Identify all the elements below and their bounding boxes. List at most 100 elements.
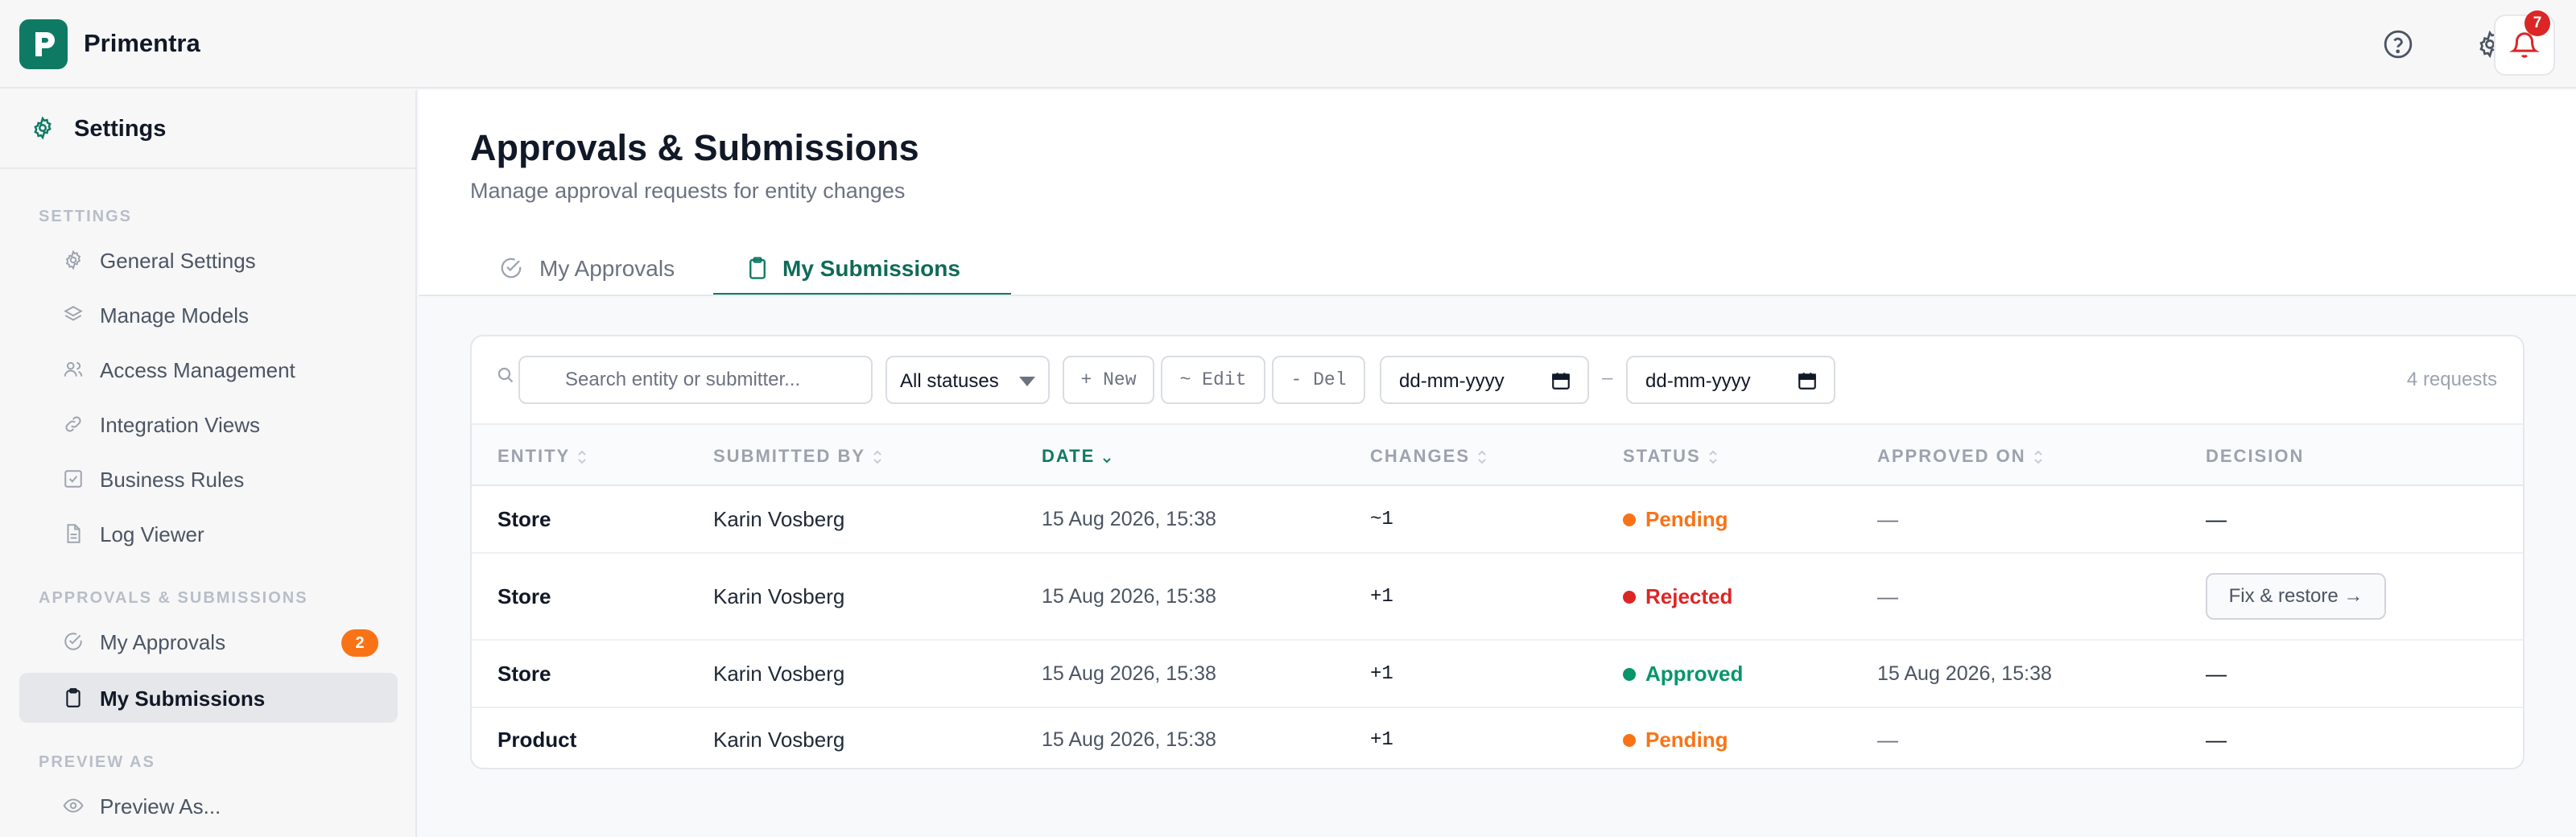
cell-entity: Store xyxy=(497,662,551,686)
sidebar-section-settings: SETTINGS xyxy=(39,208,133,225)
request-count: 4 requests xyxy=(2406,369,2497,390)
layers-icon xyxy=(63,304,84,325)
column-header-decision: DECISION xyxy=(2206,446,2305,466)
sidebar-item-business-rules[interactable]: Business Rules xyxy=(19,454,398,504)
status-badge: Rejected xyxy=(1623,584,1732,609)
sidebar-section-approvals: APPROVALS & SUBMISSIONS xyxy=(39,589,308,607)
pending-approvals-badge: 2 xyxy=(341,629,378,657)
sidebar-item-my-approvals[interactable]: My Approvals 2 xyxy=(19,616,398,666)
cell-entity: Store xyxy=(497,584,551,608)
brand-name: Primentra xyxy=(84,29,200,57)
cell-approved-on: 15 Aug 2026, 15:38 xyxy=(1877,662,2052,685)
table-row[interactable]: Product Karin Vosberg 15 Aug 2026, 15:38… xyxy=(472,710,2523,768)
file-icon xyxy=(63,523,84,544)
check-circle-icon xyxy=(499,256,523,280)
table-row[interactable]: Store Karin Vosberg 15 Aug 2026, 15:38 +… xyxy=(472,642,2523,708)
sidebar-item-access-management[interactable]: Access Management xyxy=(19,344,398,394)
tab-label: My Approvals xyxy=(539,256,675,281)
page-title: Approvals & Submissions xyxy=(470,127,919,168)
fix-and-restore-button[interactable]: Fix & restore → xyxy=(2206,573,2386,620)
date-range-separator: – xyxy=(1602,367,1613,389)
sort-descending-icon xyxy=(1103,458,1111,464)
column-header-status[interactable]: STATUS xyxy=(1623,446,1719,467)
table-row[interactable]: Store Karin Vosberg 15 Aug 2026, 15:38 ~… xyxy=(472,486,2523,554)
clipboard-icon xyxy=(63,687,84,708)
cell-approved-on: — xyxy=(1877,507,1898,531)
cell-date: 15 Aug 2026, 15:38 xyxy=(1042,728,1216,751)
cell-decision: — xyxy=(2206,507,2227,531)
users-icon xyxy=(63,359,84,380)
top-bar: Primentra 7 xyxy=(0,0,2576,89)
help-icon[interactable] xyxy=(2380,26,2417,63)
sidebar-item-general-settings[interactable]: General Settings xyxy=(19,235,398,285)
column-header-approved-on[interactable]: APPROVED ON xyxy=(1877,446,2044,467)
sidebar-item-label: Log Viewer xyxy=(100,522,204,546)
eye-icon xyxy=(63,795,84,816)
cell-decision: — xyxy=(2206,728,2227,752)
sidebar-item-my-submissions[interactable]: My Submissions xyxy=(19,673,398,723)
filter-delete-button[interactable]: - Del xyxy=(1272,356,1365,404)
cell-changes: +1 xyxy=(1370,729,1393,751)
tab-my-submissions[interactable]: My Submissions xyxy=(713,240,1011,296)
filter-new-button[interactable]: + New xyxy=(1063,356,1154,404)
sidebar-item-label: Integration Views xyxy=(100,413,260,437)
cell-approved-on: — xyxy=(1877,584,1898,608)
gear-icon xyxy=(31,116,55,144)
calendar-icon[interactable] xyxy=(1550,370,1571,395)
sidebar-item-log-viewer[interactable]: Log Viewer xyxy=(19,509,398,559)
tab-my-approvals[interactable]: My Approvals xyxy=(499,240,741,296)
sidebar-item-label: My Approvals xyxy=(100,630,226,654)
column-header-submitted-by[interactable]: SUBMITTED BY xyxy=(713,446,883,467)
sidebar-item-integration-views[interactable]: Integration Views xyxy=(19,399,398,449)
date-from-value: dd-mm-yyyy xyxy=(1399,370,1505,392)
date-to-value: dd-mm-yyyy xyxy=(1645,370,1751,392)
submissions-card: All statuses + New ~ Edit - Del dd-mm-yy… xyxy=(470,335,2524,769)
cell-changes: ~1 xyxy=(1370,509,1393,530)
cell-date: 15 Aug 2026, 15:38 xyxy=(1042,508,1216,530)
sort-icon xyxy=(1478,450,1486,464)
status-badge: Pending xyxy=(1623,507,1728,532)
column-header-entity[interactable]: ENTITY xyxy=(497,446,588,467)
status-dot xyxy=(1623,513,1636,526)
cell-date: 15 Aug 2026, 15:38 xyxy=(1042,585,1216,608)
status-badge: Pending xyxy=(1623,728,1728,752)
cell-decision: — xyxy=(2206,662,2227,686)
clipboard-icon xyxy=(745,256,770,280)
search-icon xyxy=(496,365,515,389)
main-content: Approvals & Submissions Manage approval … xyxy=(419,90,2576,837)
date-from-input[interactable]: dd-mm-yyyy xyxy=(1380,356,1589,404)
status-badge: Approved xyxy=(1623,662,1743,687)
filter-edit-button[interactable]: ~ Edit xyxy=(1161,356,1265,404)
sidebar-section-preview: PREVIEW AS xyxy=(39,753,155,771)
sidebar-item-manage-models[interactable]: Manage Models xyxy=(19,290,398,340)
date-to-input[interactable]: dd-mm-yyyy xyxy=(1626,356,1835,404)
column-header-date[interactable]: DATE xyxy=(1042,446,1113,467)
sidebar-title: Settings xyxy=(74,116,167,142)
sort-icon xyxy=(578,450,586,464)
sort-icon xyxy=(873,450,881,464)
cell-submitted-by: Karin Vosberg xyxy=(713,584,845,608)
cell-changes: +1 xyxy=(1370,663,1393,685)
cell-submitted-by: Karin Vosberg xyxy=(713,728,845,752)
sidebar-item-label: Preview As... xyxy=(100,794,221,818)
brand-logo[interactable] xyxy=(19,19,68,69)
cell-entity: Store xyxy=(497,507,551,531)
sidebar: Settings SETTINGS General Settings Manag… xyxy=(0,90,417,837)
sort-icon xyxy=(2033,450,2042,464)
sidebar-header: Settings xyxy=(0,90,417,169)
cell-entity: Product xyxy=(497,728,577,752)
cell-changes: +1 xyxy=(1370,586,1393,608)
status-dot xyxy=(1623,667,1636,681)
table-row[interactable]: Store Karin Vosberg 15 Aug 2026, 15:38 +… xyxy=(472,555,2523,641)
sidebar-item-preview-as[interactable]: Preview As... xyxy=(19,781,398,831)
search-input[interactable] xyxy=(518,356,873,404)
check-circle-icon xyxy=(63,631,84,652)
cell-submitted-by: Karin Vosberg xyxy=(713,662,845,686)
status-filter-value: All statuses xyxy=(900,370,999,392)
sort-icon xyxy=(1709,450,1717,464)
status-dot xyxy=(1623,590,1636,604)
status-filter-select[interactable]: All statuses xyxy=(886,356,1050,404)
notification-count-badge: 7 xyxy=(2524,10,2550,36)
column-header-changes[interactable]: CHANGES xyxy=(1370,446,1488,467)
calendar-icon[interactable] xyxy=(1797,370,1818,395)
